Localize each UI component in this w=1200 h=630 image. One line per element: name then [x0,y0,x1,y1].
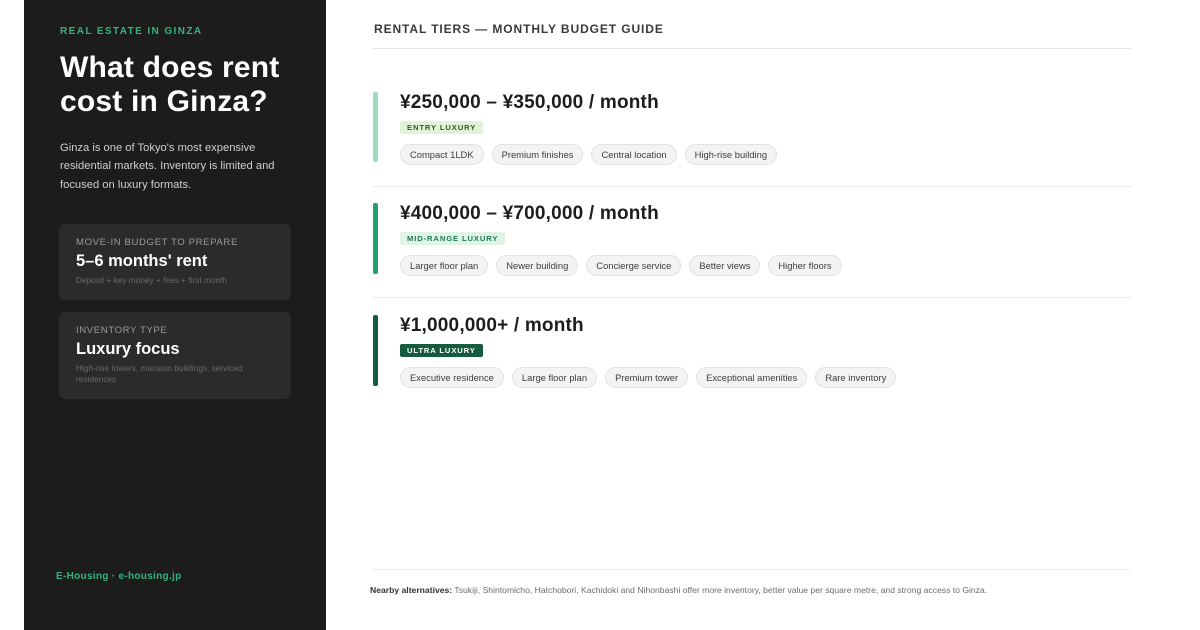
feature-chip: Higher floors [768,255,842,276]
feature-chip: Newer building [496,255,579,276]
divider [373,48,1132,49]
footnote-label: Nearby alternatives: [370,585,453,595]
tier-badge: ULTRA LUXURY [400,344,483,357]
card-subtext: Deposit + key money + fees + first month [76,275,228,286]
card-value: 5–6 months' rent [76,252,208,271]
divider [373,297,1132,298]
card-value: Luxury focus [76,340,180,359]
tier-price: ¥250,000 – ¥350,000 / month [400,92,659,113]
inventory-type-card: INVENTORY TYPE Luxury focus High-rise to… [59,312,291,399]
footnote-text: Tsukiji, Shintomicho, Hatchobori, Kachid… [452,585,988,595]
tier-accent-bar [373,203,378,274]
feature-chip: Better views [689,255,761,276]
move-in-budget-card: MOVE-IN BUDGET TO PREPARE 5–6 months' re… [59,224,291,301]
feature-chip: Premium finishes [491,144,584,165]
feature-chip: Large floor plan [511,367,598,388]
feature-chips: Compact 1LDK Premium finishes Central lo… [400,144,778,165]
brand-footer: E-Housing · e-housing.jp [56,571,182,582]
main-content: RENTAL TIERS — MONTHLY BUDGET GUIDE ¥250… [370,0,1133,630]
card-subtext: High-rise towers, mansion buildings, ser… [76,363,243,384]
card-label: INVENTORY TYPE [76,325,168,337]
tier-accent-bar [373,315,378,386]
feature-chip: High-rise building [684,144,778,165]
sidebar-panel: REAL ESTATE IN GINZA What does rent cost… [24,0,326,630]
card-label: MOVE-IN BUDGET TO PREPARE [76,237,238,249]
tier-price: ¥400,000 – ¥700,000 / month [400,203,659,224]
divider [373,569,1130,570]
feature-chip: Executive residence [400,367,504,388]
section-heading: RENTAL TIERS — MONTHLY BUDGET GUIDE [374,22,664,36]
divider [373,186,1132,187]
nearby-alternatives-note: Nearby alternatives: Tsukiji, Shintomich… [370,585,987,595]
feature-chip: Concierge service [586,255,682,276]
feature-chip: Compact 1LDK [400,144,484,165]
feature-chip: Rare inventory [815,367,897,388]
feature-chip: Central location [591,144,677,165]
sidebar-eyebrow: REAL ESTATE IN GINZA [60,26,203,37]
page-headline: What does rent cost in Ginza? [60,51,280,118]
feature-chips: Larger floor plan Newer building Concier… [400,255,842,276]
feature-chip: Exceptional amenities [696,367,808,388]
tier-badge: MID-RANGE LUXURY [400,232,506,245]
intro-paragraph: Ginza is one of Tokyo's most expensive r… [60,141,275,191]
tier-price: ¥1,000,000+ / month [400,315,584,336]
tier-badge: ENTRY LUXURY [400,121,484,134]
tier-accent-bar [373,92,378,162]
feature-chips: Executive residence Large floor plan Pre… [400,367,897,388]
feature-chip: Larger floor plan [400,255,489,276]
feature-chip: Premium tower [605,367,689,388]
